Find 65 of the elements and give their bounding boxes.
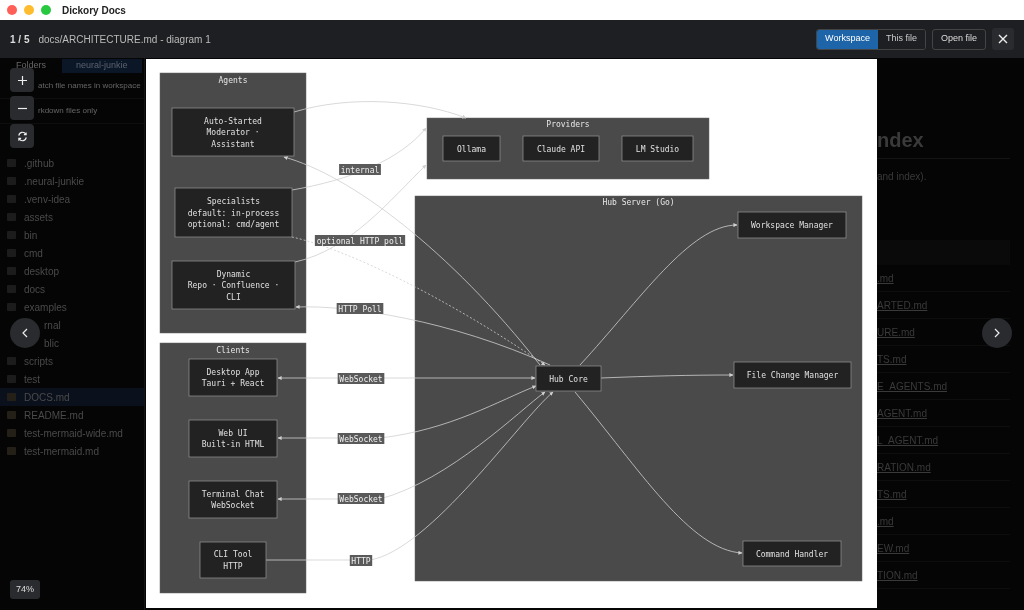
file-tree-item[interactable]: DOCS.md (0, 388, 144, 406)
file-tree-item[interactable]: test (0, 370, 144, 388)
edge-label: WebSocket (337, 493, 385, 504)
sidebar-tab[interactable]: neural-junkie (62, 59, 142, 73)
diagram-node: Hub Core (535, 365, 602, 392)
sidebar-tab[interactable]: Folders (2, 59, 60, 73)
file-tree-item[interactable]: bin (0, 226, 144, 244)
file-tree-item[interactable]: .neural-junkie (0, 172, 144, 190)
diagram-node: Terminal Chat WebSocket (188, 480, 278, 519)
open-file-button[interactable]: Open file (931, 28, 986, 50)
file-icon (7, 393, 16, 401)
chevron-left-icon (22, 328, 28, 338)
edge-label: WebSocket (337, 433, 385, 444)
diagram-node: CLI Tool HTTP (199, 541, 267, 579)
file-tree-item[interactable]: .venv-idea (0, 190, 144, 208)
diagram-node: Desktop App Tauri + React (188, 358, 278, 397)
file-tree-item[interactable]: test-mermaid.md (0, 442, 144, 460)
file-icon (7, 429, 16, 437)
diagram-node: Ollama (442, 135, 501, 162)
group-title: Providers (546, 120, 590, 129)
edge-label: WebSocket (337, 373, 385, 384)
chevron-right-icon (994, 328, 1000, 338)
edge-label: HTTP Poll (336, 303, 384, 314)
zoom-in-button[interactable] (10, 68, 34, 92)
diagram-node: File Change Manager (733, 361, 852, 389)
file-tree-item[interactable]: docs (0, 280, 144, 298)
reset-zoom-button[interactable] (10, 124, 34, 148)
diagram-node: Dynamic Repo · Confluence · CLI (171, 260, 296, 310)
plus-icon (17, 75, 27, 85)
edge-label: internal (339, 164, 381, 175)
file-tree-item[interactable]: rnal (0, 316, 144, 334)
diagram-node: Claude API (522, 135, 600, 162)
file-tree-item[interactable]: README.md (0, 406, 144, 424)
edge-label: HTTP (349, 555, 373, 566)
file-tree-item[interactable]: .github (0, 154, 144, 172)
group-title: Clients (216, 346, 250, 355)
previous-button[interactable] (10, 318, 40, 348)
file-tree-item[interactable]: test-mermaid-wide.md (0, 424, 144, 442)
refresh-icon (16, 130, 28, 142)
file-tree-item[interactable]: cmd (0, 244, 144, 262)
maximize-window-icon[interactable] (41, 5, 51, 15)
file-tree-item[interactable]: blic (0, 334, 144, 352)
diagram-node: Workspace Manager (737, 211, 847, 239)
file-tree-item[interactable]: desktop (0, 262, 144, 280)
zoom-level: 74% (10, 580, 40, 599)
file-icon (7, 411, 16, 419)
diagram-node: Specialists default: in-process optional: cmd/agent (174, 187, 293, 238)
diagram-node: LM Studio (621, 135, 694, 162)
scope-tab[interactable]: Workspace (817, 29, 878, 49)
file-icon (7, 447, 16, 455)
diagram-path: docs/ARCHITECTURE.md - diagram 1 (38, 32, 211, 47)
edge-label: optional HTTP poll (314, 235, 406, 246)
file-tree-item[interactable]: scripts (0, 352, 144, 370)
group-title: Agents (218, 76, 248, 85)
close-window-icon[interactable] (7, 5, 17, 15)
diagram-counter: 1 / 5 (10, 32, 30, 47)
window-title: Dickory Docs (62, 3, 126, 18)
diagram-node: Command Handler (742, 540, 842, 567)
file-tree-item[interactable]: examples (0, 298, 144, 316)
close-icon[interactable] (992, 28, 1014, 50)
file-tree-item[interactable]: assets (0, 208, 144, 226)
diagram-node: Auto-Started Moderator · Assistant (171, 107, 295, 157)
next-button[interactable] (982, 318, 1012, 348)
group-title: Hub Server (Go) (602, 198, 675, 207)
diagram-node: Web UI Built-in HTML (188, 419, 278, 458)
